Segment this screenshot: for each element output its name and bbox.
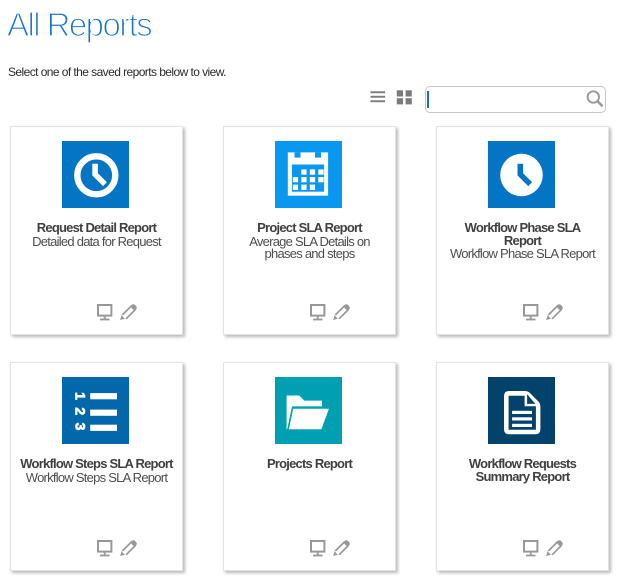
svg-text:2: 2 xyxy=(73,407,89,415)
svg-text:3: 3 xyxy=(73,423,89,431)
svg-text:1: 1 xyxy=(73,392,89,400)
